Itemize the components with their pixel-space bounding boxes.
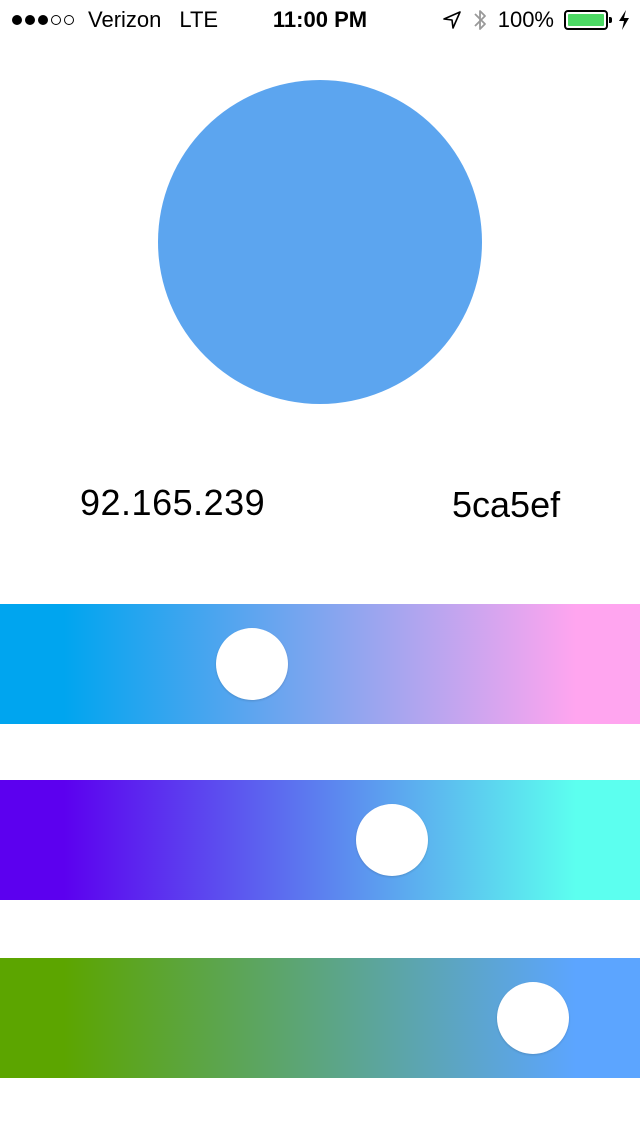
bluetooth-icon <box>474 10 486 30</box>
battery-icon <box>564 10 612 30</box>
hex-value-label: 5ca5ef <box>452 484 561 525</box>
green-channel-slider[interactable] <box>0 780 640 900</box>
charging-bolt-icon <box>619 10 629 30</box>
status-right: 100% <box>442 7 630 33</box>
battery-level-fill <box>568 14 604 26</box>
red-channel-slider[interactable] <box>0 604 640 724</box>
status-bar: Verizon LTE 11:00 PM 100% <box>0 0 640 40</box>
red-slider-thumb[interactable] <box>216 628 288 700</box>
color-preview-circle <box>158 80 482 404</box>
green-slider-thumb[interactable] <box>356 804 428 876</box>
battery-tip <box>609 17 612 23</box>
color-picker-screen: Verizon LTE 11:00 PM 100% 92.165.239 5ca… <box>0 0 640 1136</box>
blue-slider-thumb[interactable] <box>497 982 569 1054</box>
battery-percent: 100% <box>497 7 554 32</box>
blue-channel-slider[interactable] <box>0 958 640 1078</box>
location-arrow-icon <box>442 11 461 29</box>
rgb-value-label: 92.165.239 <box>80 482 266 523</box>
